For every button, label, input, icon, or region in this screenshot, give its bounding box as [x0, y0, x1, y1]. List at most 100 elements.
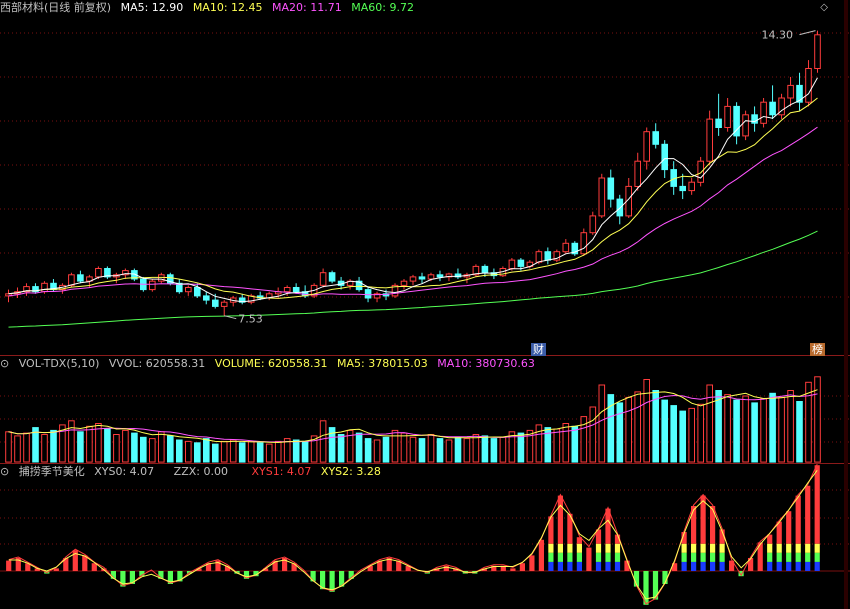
volume-bar-up	[68, 420, 75, 463]
volume-bar-up	[463, 438, 471, 463]
indicator-bar-segment	[786, 543, 792, 553]
volume-bar-up	[643, 379, 651, 463]
candle-down	[364, 289, 372, 299]
volume-bar-up	[760, 398, 767, 463]
stock-title[interactable]: 西部材料(日线 前复权)	[0, 1, 111, 14]
volume-bar-down	[382, 436, 390, 463]
volume-bar-down	[751, 402, 758, 463]
volume-bar-up	[14, 435, 21, 463]
volume-bar-up	[274, 440, 282, 463]
kline-chart[interactable]: 14.30 7.53	[0, 0, 850, 356]
volume-bar-down	[436, 438, 444, 463]
indicator-bar-segment	[795, 495, 801, 544]
kline-pane[interactable]: 14.30 7.53 西部材料(日线 前复权) MA5: 12.90 MA10: …	[0, 0, 850, 356]
volume-bar-up	[400, 432, 408, 463]
zzx-label: ZZX: 0.00	[173, 465, 228, 478]
candle-up	[742, 114, 749, 137]
indicator-bar-segment	[710, 561, 716, 571]
vol-ma10-line	[8, 393, 818, 443]
indicator-bar-segment	[567, 552, 573, 562]
indicator-bar-positive	[586, 547, 592, 571]
volume-bar-up	[787, 390, 794, 463]
indicator-bar-segment	[814, 543, 820, 553]
volume-bar-up	[472, 434, 480, 463]
candle-down	[212, 299, 219, 307]
indicator-bar-segment	[795, 543, 801, 553]
volume-bar-up	[427, 434, 435, 463]
volume-bar-up	[706, 384, 714, 463]
indicator-bar-segment	[719, 561, 725, 571]
volume-bar-down	[292, 439, 300, 463]
indicator-bar-segment	[595, 561, 602, 571]
indicator-bar-segment	[691, 506, 697, 544]
volume-bar-up	[598, 384, 606, 463]
circle-icon[interactable]: ⊙	[0, 465, 9, 478]
indicator-bar-segment	[614, 543, 621, 553]
high-price-label: 14.30	[762, 29, 794, 42]
indicator-bar-segment	[767, 543, 773, 553]
volume-bar-down	[490, 438, 498, 463]
indicator-bar-segment	[776, 561, 782, 571]
volume-bar-up	[185, 440, 192, 463]
volume-bar-down	[517, 432, 525, 463]
volume-bar-up	[319, 420, 327, 463]
volume-pane[interactable]: ⊙ VOL-TDX(5,10) VVOL: 620558.31 VOLUME: …	[0, 356, 850, 464]
circle-icon[interactable]: ⊙	[0, 357, 9, 370]
volume-bar-up	[805, 381, 812, 463]
indicator-bar-segment	[595, 543, 602, 553]
volume-chart[interactable]	[0, 356, 850, 464]
indicator-bar-segment	[595, 552, 602, 562]
candle-down	[481, 265, 489, 274]
volume-bar-up	[553, 428, 561, 463]
xys0-label: XYS0: 4.07	[94, 465, 155, 478]
indicator-bar-positive	[510, 568, 516, 571]
indicator-bar-segment	[805, 552, 811, 562]
volume-bar-up	[499, 436, 507, 463]
candle-up	[283, 287, 291, 293]
indicator-bar-segment	[776, 543, 782, 553]
indicator-bar-segment	[548, 561, 554, 571]
candle-down	[203, 295, 210, 301]
volume-bar-up	[778, 396, 785, 463]
xys2-label: XYS2: 3.28	[320, 465, 381, 478]
candle-up	[787, 84, 794, 99]
indicator-bar-segment	[795, 561, 801, 571]
volume-bar-up	[562, 423, 570, 463]
volume-indicator-title[interactable]: VOL-TDX(5,10)	[19, 357, 100, 370]
indicator-bar-segment	[700, 552, 706, 562]
candle-down	[769, 101, 776, 116]
finance-badge[interactable]: 财	[531, 343, 546, 356]
indicator-bar-segment	[614, 561, 621, 571]
indicator-chart[interactable]	[0, 464, 850, 609]
vol-ma10-label: MA10: 380730.63	[437, 357, 535, 370]
candle-up	[805, 68, 812, 103]
rank-badge[interactable]: 榜	[810, 343, 825, 356]
indicator-title[interactable]: 捕捞季节美化	[19, 465, 85, 478]
volume-bar-down	[715, 390, 722, 463]
indicator-bar-segment	[814, 561, 820, 571]
volume-bar-down	[454, 436, 462, 463]
volume-bar-down	[337, 434, 345, 463]
candle-up	[220, 301, 228, 307]
ma10-line	[8, 97, 818, 299]
candle-down	[715, 118, 722, 128]
indicator-bar-segment	[795, 552, 801, 562]
right-scrollbar[interactable]	[844, 0, 848, 609]
indicator-bar-segment	[700, 543, 706, 553]
indicator-bar-segment	[576, 561, 582, 571]
volume-bar-up	[149, 438, 156, 463]
candle-down	[77, 274, 84, 282]
volume-bar-up	[158, 431, 165, 463]
volume-bar-down	[167, 435, 174, 463]
volume-bar-up	[229, 439, 237, 463]
indicator-bar-segment	[786, 511, 792, 544]
high-arrow	[799, 30, 816, 36]
volume-bar-down	[256, 442, 264, 463]
volume-bar-down	[733, 399, 740, 463]
volume-bar-down	[481, 435, 489, 463]
volume-bar-down	[176, 439, 183, 463]
volume-bar-up	[814, 376, 821, 463]
indicator-pane[interactable]: ⊙ 捕捞季节美化 XYS0: 4.07 ZZX: 0.00 XYS1: 4.07…	[0, 464, 850, 609]
indicator-bar-segment	[700, 561, 706, 571]
candle-down	[517, 259, 525, 267]
